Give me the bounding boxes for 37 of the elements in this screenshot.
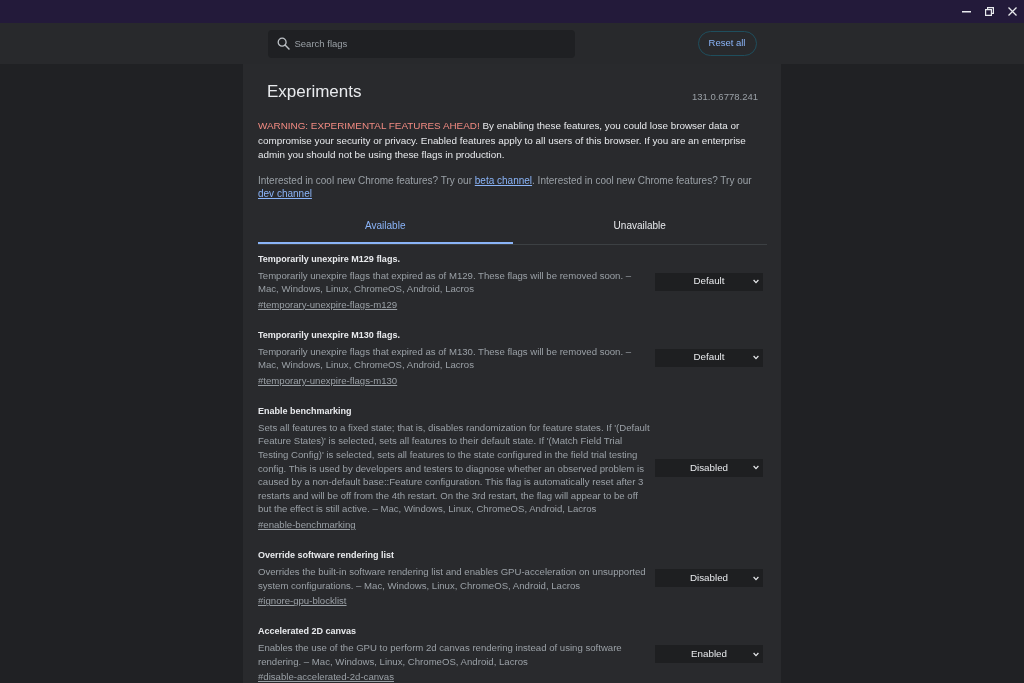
restore-icon: [984, 7, 994, 16]
chevron-down-icon: [753, 279, 759, 285]
page-title: Experiments: [267, 81, 362, 103]
minimize-icon: [961, 10, 971, 13]
search-icon: [276, 36, 290, 50]
state-dropdown[interactable]: Default: [655, 348, 763, 367]
flag-title: Enable benchmarking: [258, 404, 353, 418]
version-number: 131.0.6778.241: [691, 90, 758, 104]
flag-link[interactable]: #enable-benchmarking: [258, 518, 356, 533]
tab[interactable]: Unavailable: [512, 209, 767, 244]
state-dropdown[interactable]: Disabled: [655, 569, 763, 588]
tab[interactable]: Available: [258, 209, 513, 244]
flag-description: Temporarily unexpire flags that expired as of M129. These flags will be removed soon. – Mac, Windows, Linux, ChromeOS, Android, Lacros: [258, 268, 633, 296]
flag-link[interactable]: #temporary-unexpire-flags-m129: [258, 297, 398, 312]
flag-description: Sets all features to a fixed state; that is, disables randomization for feature states. If '(Default Feature States)' is selected, sets all features to their default state. If '(Match Field Trial Testing Config)' is selected, sets all features to the state configured in the field trial testing config. This is used by developers and testers to diagnose whether an observed problem is caused by a non-default base::Feature configuration. This flag is automatically reset after 3 restarts and will be off from the 4th restart. On the 3rd restart, the flag will appear to be off but the effect is still active. – Mac, Windows, Linux, ChromeOS, Android, Lacros: [258, 420, 651, 517]
state-dropdown[interactable]: Disabled: [655, 458, 763, 477]
state-dropdown[interactable]: Enabled: [655, 645, 763, 664]
flag-title: Temporarily unexpire M130 flags.: [258, 328, 401, 342]
search-field[interactable]: Search flags: [267, 29, 575, 58]
chevron-down-icon: [753, 355, 759, 361]
channel-link[interactable]: dev channel: [258, 187, 312, 199]
channels-note: Interested in cool new Chrome features? Try our beta channel. Interested in cool new Chrome features? Try our dev channel: [258, 173, 753, 200]
flag-title: Accelerated 2D canvas: [258, 625, 358, 639]
chevron-down-icon: [753, 651, 759, 657]
flag-title: Temporarily unexpire M129 flags.: [258, 252, 401, 266]
flag-title: Override software rendering list: [258, 549, 396, 563]
state-dropdown[interactable]: Default: [655, 272, 763, 291]
warning-text: WARNING: EXPERIMENTAL FEATURES AHEAD! By enabling these features, you could lose browser data or compromise your security or privacy. Enabled features apply to all users of this browser. If you are an enterprise admin you should not be using these flags in production.: [258, 119, 747, 162]
flag-link[interactable]: #disable-accelerated-2d-canvas: [258, 670, 394, 683]
flag-description: Temporarily unexpire flags that expired as of M130. These flags will be removed soon. – Mac, Windows, Linux, ChromeOS, Android, Lacros: [258, 344, 633, 372]
flag-description: Enables the use of the GPU to perform 2d canvas rendering instead of using software rendering. – Mac, Windows, Linux, ChromeOS, Android, Lacros: [258, 641, 623, 669]
flag-link[interactable]: #ignore-gpu-blocklist: [258, 594, 347, 609]
close-icon: [1007, 7, 1017, 16]
flag-link[interactable]: #temporary-unexpire-flags-m130: [258, 373, 398, 388]
chevron-down-icon: [753, 465, 759, 471]
flag-description: Overrides the built-in software rendering list and enables GPU-acceleration on unsupported system configurations. – Mac, Windows, Linux, ChromeOS, Android, Lacros: [258, 565, 647, 593]
chevron-down-icon: [753, 575, 759, 581]
